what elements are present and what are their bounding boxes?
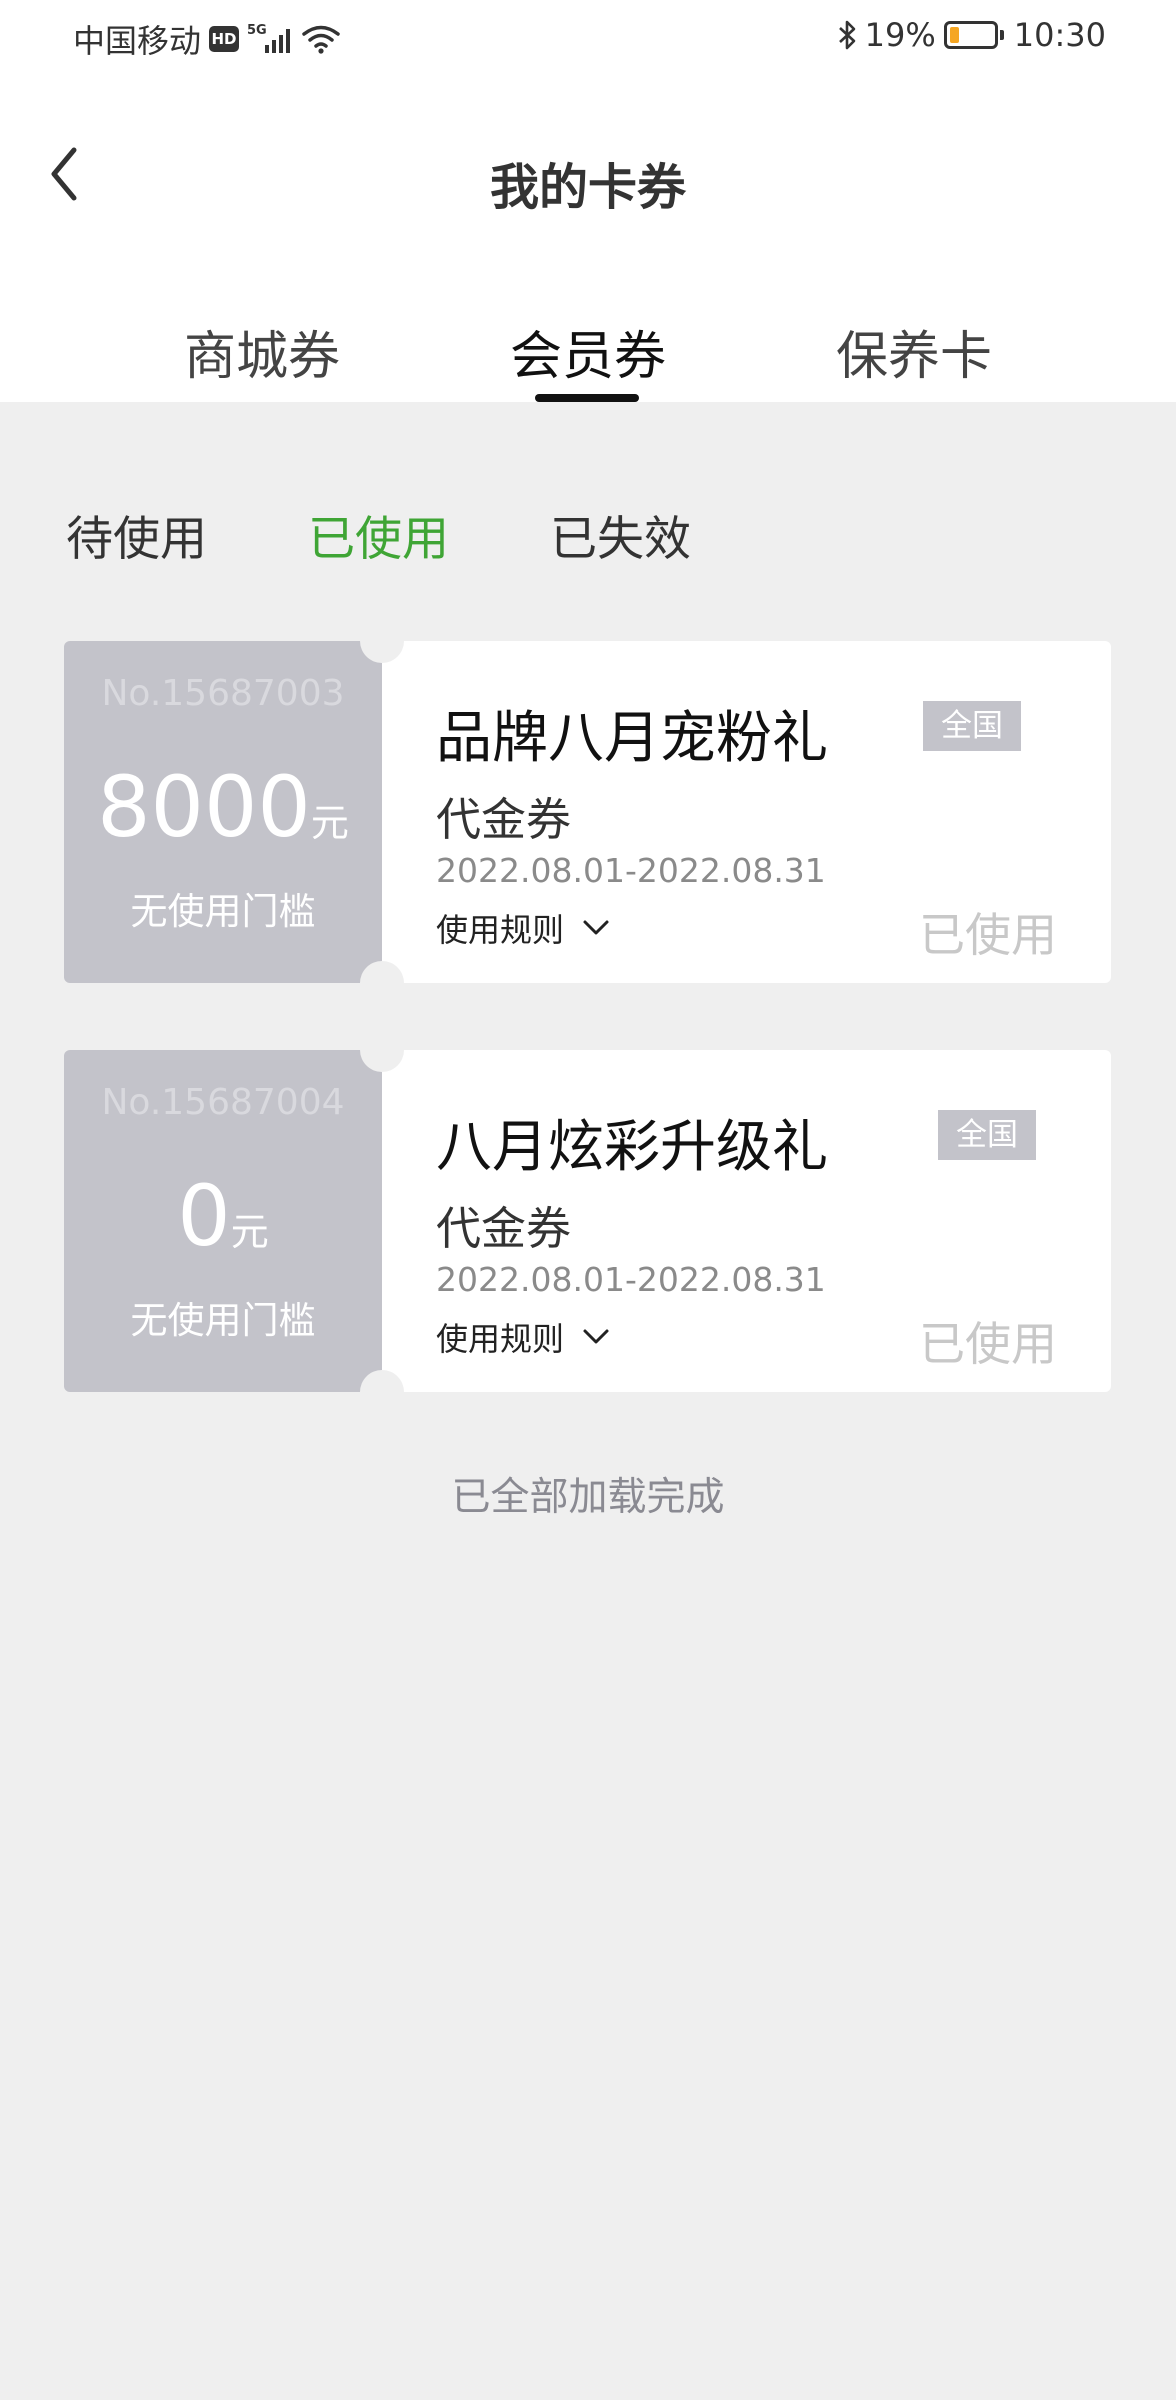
coupon-card[interactable]: No.15687003 8000元 无使用门槛 品牌八月宠粉礼 全国 代金券 2… [64, 619, 1111, 1005]
coupon-threshold: 无使用门槛 [130, 1299, 316, 1342]
usage-rules-toggle[interactable]: 使用规则 [436, 905, 610, 951]
page-title: 我的卡券 [489, 159, 686, 216]
coupon-title: 品牌八月宠粉礼 [436, 706, 828, 771]
coupon-title: 八月炫彩升级礼 [436, 1115, 828, 1180]
coupon-validity: 2022.08.01-2022.08.31 [436, 1260, 826, 1299]
battery-percent: 19% [864, 16, 936, 54]
coupon-amount: 0元 [64, 1174, 382, 1258]
coupon-amount: 8000元 [64, 765, 382, 849]
status-filter-tabs: 待使用 已使用 已失效 [0, 500, 1176, 570]
status-left: 中国移动 HD 5G [73, 16, 341, 62]
coupon-status: 已使用 [919, 908, 1057, 962]
chevron-down-icon [583, 920, 609, 935]
chevron-down-icon [583, 1329, 609, 1344]
coupon-detail-panel: 品牌八月宠粉礼 全国 代金券 2022.08.01-2022.08.31 使用规… [382, 641, 1111, 983]
coupon-amount-value: 8000 [97, 758, 311, 856]
usage-rules-label: 使用规则 [436, 911, 565, 949]
subtab-expired[interactable]: 已失效 [550, 500, 691, 569]
coupon-card[interactable]: No.15687004 0元 无使用门槛 八月炫彩升级礼 全国 代金券 2022… [64, 1028, 1111, 1414]
active-tab-indicator [535, 394, 639, 402]
subtab-used[interactable]: 已使用 [308, 500, 449, 569]
load-complete-text: 已全部加载完成 [451, 1475, 725, 1520]
bluetooth-icon [838, 20, 855, 50]
coupon-scope-badge: 全国 [938, 1110, 1036, 1160]
coupon-amount-unit: 元 [230, 1210, 269, 1254]
status-right: 19% 10:30 [837, 16, 1106, 54]
tab-maintenance-cards[interactable]: 保养卡 [836, 314, 992, 389]
battery-icon [943, 21, 1004, 49]
tab-member-coupons[interactable]: 会员券 [510, 314, 666, 389]
coupon-scope-badge: 全国 [923, 701, 1021, 751]
hd-badge: HD [209, 26, 240, 52]
coupon-number: No.15687003 [101, 673, 345, 714]
coupon-value-panel: No.15687003 8000元 无使用门槛 [64, 641, 382, 983]
coupon-type: 代金券 [436, 1202, 572, 1255]
carrier-name: 中国移动 [73, 22, 202, 60]
tab-mall-coupons[interactable]: 商城券 [184, 314, 340, 389]
wifi-icon [302, 25, 340, 54]
ticket-notch [360, 619, 404, 663]
coupon-type: 代金券 [436, 793, 572, 846]
coupon-threshold: 无使用门槛 [130, 890, 316, 933]
subtab-unused[interactable]: 待使用 [66, 500, 207, 569]
coupon-detail-panel: 八月炫彩升级礼 全国 代金券 2022.08.01-2022.08.31 使用规… [382, 1050, 1111, 1392]
coupon-amount-value: 0 [177, 1167, 231, 1265]
network-type: 5G [247, 23, 267, 38]
coupon-amount-unit: 元 [310, 801, 349, 845]
coupon-status: 已使用 [919, 1317, 1057, 1371]
category-tabs: 商城券 会员券 保养卡 [0, 314, 1176, 394]
status-bar: 中国移动 HD 5G 19% 10:30 [0, 0, 1176, 76]
ticket-notch [360, 961, 404, 1005]
coupon-number: No.15687004 [101, 1082, 345, 1123]
ticket-notch [360, 1028, 404, 1072]
usage-rules-toggle[interactable]: 使用规则 [436, 1314, 610, 1360]
clock: 10:30 [1013, 16, 1106, 54]
usage-rules-label: 使用规则 [436, 1320, 565, 1358]
coupon-validity: 2022.08.01-2022.08.31 [436, 851, 826, 890]
coupon-value-panel: No.15687004 0元 无使用门槛 [64, 1050, 382, 1392]
cell-signal-icon: 5G [247, 23, 293, 53]
ticket-notch [360, 1370, 404, 1414]
